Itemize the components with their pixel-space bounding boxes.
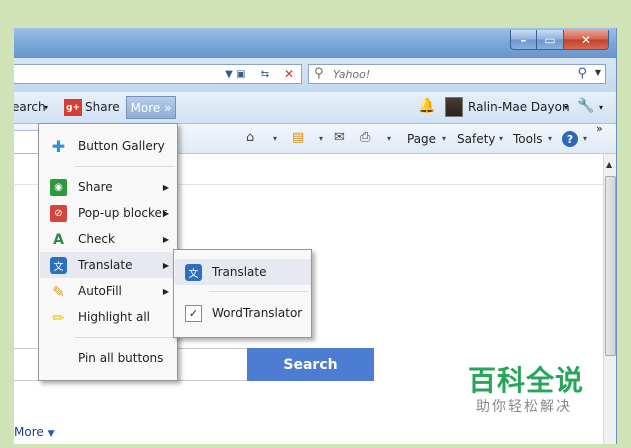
print-dropdown-icon[interactable]: ▾ <box>387 134 391 143</box>
minimize-button[interactable]: – <box>510 30 537 50</box>
menu-item-label: Share <box>78 180 113 194</box>
autofill-icon: ✎ <box>52 282 65 301</box>
menu-item-label: Translate <box>78 258 133 272</box>
safety-menu[interactable]: Safety <box>457 132 495 146</box>
translate-submenu: 文 Translate ✓ WordTranslator <box>173 249 312 338</box>
translate-icon: 文 <box>185 264 202 281</box>
home-dropdown-icon[interactable]: ▾ <box>273 134 277 143</box>
popup-blocker-icon: ⊘ <box>50 205 67 222</box>
print-icon[interactable]: ⎙ <box>360 130 370 145</box>
more-button[interactable]: More » <box>126 96 176 119</box>
menu-separator <box>75 337 175 338</box>
safety-dropdown-icon[interactable]: ▾ <box>499 134 503 143</box>
home-icon[interactable]: ⌂ <box>246 130 254 145</box>
watermark-title: 百科全说 <box>468 364 585 397</box>
mail-icon[interactable]: ✉ <box>334 130 345 145</box>
close-button[interactable]: ✕ <box>564 30 609 50</box>
search-dropdown-icon[interactable]: ▼ <box>595 68 601 77</box>
feeds-icon[interactable]: ▤ <box>292 130 304 145</box>
window-controls: – ▭ ✕ <box>510 30 609 50</box>
highlight-icon: ✏ <box>52 308 65 327</box>
vertical-scrollbar[interactable]: ▲ <box>603 154 616 444</box>
search-box[interactable]: ⚲ Yahoo! ⚲ ▼ <box>308 64 606 84</box>
help-icon[interactable]: ? <box>562 131 578 147</box>
menu-item-pin-all-buttons[interactable]: Pin all buttons <box>40 345 177 371</box>
tools-menu[interactable]: Tools <box>513 132 543 146</box>
button-gallery-icon: ✚ <box>51 137 66 156</box>
menu-item-translate[interactable]: 文 Translate ▶ <box>40 252 177 278</box>
search-dropdown-icon[interactable]: ▾ <box>44 103 48 112</box>
submenu-item-label: WordTranslator <box>212 306 303 320</box>
menu-separator <box>75 166 175 167</box>
address-row: ▼ ▣ ⇆ ✕ ⚲ Yahoo! ⚲ ▼ <box>14 58 616 92</box>
more-link[interactable]: More ▼ <box>14 425 55 439</box>
maximize-icon: ▭ <box>544 32 556 47</box>
compatibility-icon[interactable]: ▣ <box>232 66 250 82</box>
menu-item-label: AutoFill <box>78 284 122 298</box>
submenu-item-label: Translate <box>212 265 267 279</box>
more-link-arrow-icon: ▼ <box>47 429 55 439</box>
bell-icon[interactable]: 🔔 <box>418 98 435 114</box>
wrench-dropdown-icon[interactable]: ▾ <box>599 103 603 112</box>
menu-item-label: Pin all buttons <box>78 351 164 365</box>
help-dropdown-icon[interactable]: ▾ <box>583 134 587 143</box>
submenu-arrow-icon: ▶ <box>162 182 169 192</box>
more-link-label: More <box>14 425 44 439</box>
menu-item-autofill[interactable]: ✎ AutoFill ▶ <box>40 278 177 304</box>
menu-item-label: Button Gallery <box>78 139 165 153</box>
share-button[interactable]: Share <box>85 100 120 114</box>
page-search-button[interactable]: Search <box>247 348 374 381</box>
menu-item-label: Pop-up blocker <box>78 206 167 220</box>
checkbox-icon[interactable]: ✓ <box>185 305 202 322</box>
maximize-button[interactable]: ▭ <box>537 30 564 50</box>
menu-item-check[interactable]: A Check ▶ <box>40 226 177 252</box>
search-toolbar-label[interactable]: earch <box>14 100 46 114</box>
search-icon: ⚲ <box>314 66 324 81</box>
check-icon: A <box>53 231 64 248</box>
avatar <box>445 97 463 117</box>
minimize-icon: – <box>520 32 527 47</box>
user-name[interactable]: Ralin-Mae Dayon <box>468 100 570 114</box>
title-bar: – ▭ ✕ <box>14 28 616 58</box>
share-icon: ◉ <box>50 179 67 196</box>
scroll-up-icon[interactable]: ▲ <box>606 160 612 169</box>
wrench-icon[interactable]: 🔧 <box>577 98 594 114</box>
toolbar-overflow[interactable]: » <box>596 122 603 135</box>
submenu-arrow-icon: ▶ <box>162 286 169 296</box>
stop-icon[interactable]: ✕ <box>280 66 298 82</box>
tab-stub[interactable] <box>14 130 40 154</box>
menu-item-highlight-all[interactable]: ✏ Highlight all <box>40 304 177 330</box>
search-placeholder: Yahoo! <box>333 68 371 81</box>
command-bar: earch ▾ g+ Share More » 🔔 Ralin-Mae Dayo… <box>14 92 616 124</box>
menu-item-share[interactable]: ◉ Share ▶ <box>40 174 177 200</box>
submenu-arrow-icon: ▶ <box>162 260 169 270</box>
page-dropdown-icon[interactable]: ▾ <box>442 134 446 143</box>
google-plus-icon: g+ <box>64 99 82 116</box>
menu-item-label: Check <box>78 232 115 246</box>
menu-item-label: Highlight all <box>78 310 151 324</box>
translate-icon: 文 <box>50 257 67 274</box>
submenu-item-translate[interactable]: 文 Translate <box>175 259 311 285</box>
close-icon: ✕ <box>580 32 592 47</box>
user-dropdown-icon[interactable]: ▾ <box>564 103 568 112</box>
feeds-dropdown-icon[interactable]: ▾ <box>319 134 323 143</box>
watermark-subtitle: 助你轻松解决 <box>476 399 572 415</box>
submenu-arrow-icon: ▶ <box>162 234 169 244</box>
go-icon[interactable]: ⚲ <box>577 66 587 81</box>
scroll-thumb[interactable] <box>605 176 616 356</box>
refresh-icon[interactable]: ⇆ <box>256 66 274 82</box>
menu-separator <box>209 291 309 292</box>
tools-dropdown-icon[interactable]: ▾ <box>548 134 552 143</box>
more-menu: ✚ Button Gallery ◉ Share ▶ ⊘ Pop-up bloc… <box>38 123 178 381</box>
page-menu[interactable]: Page <box>407 132 436 146</box>
submenu-item-wordtranslator[interactable]: ✓ WordTranslator <box>175 300 311 326</box>
menu-item-popup-blocker[interactable]: ⊘ Pop-up blocker ▶ <box>40 200 177 226</box>
menu-item-button-gallery[interactable]: ✚ Button Gallery <box>40 133 177 159</box>
submenu-arrow-icon: ▶ <box>162 208 169 218</box>
